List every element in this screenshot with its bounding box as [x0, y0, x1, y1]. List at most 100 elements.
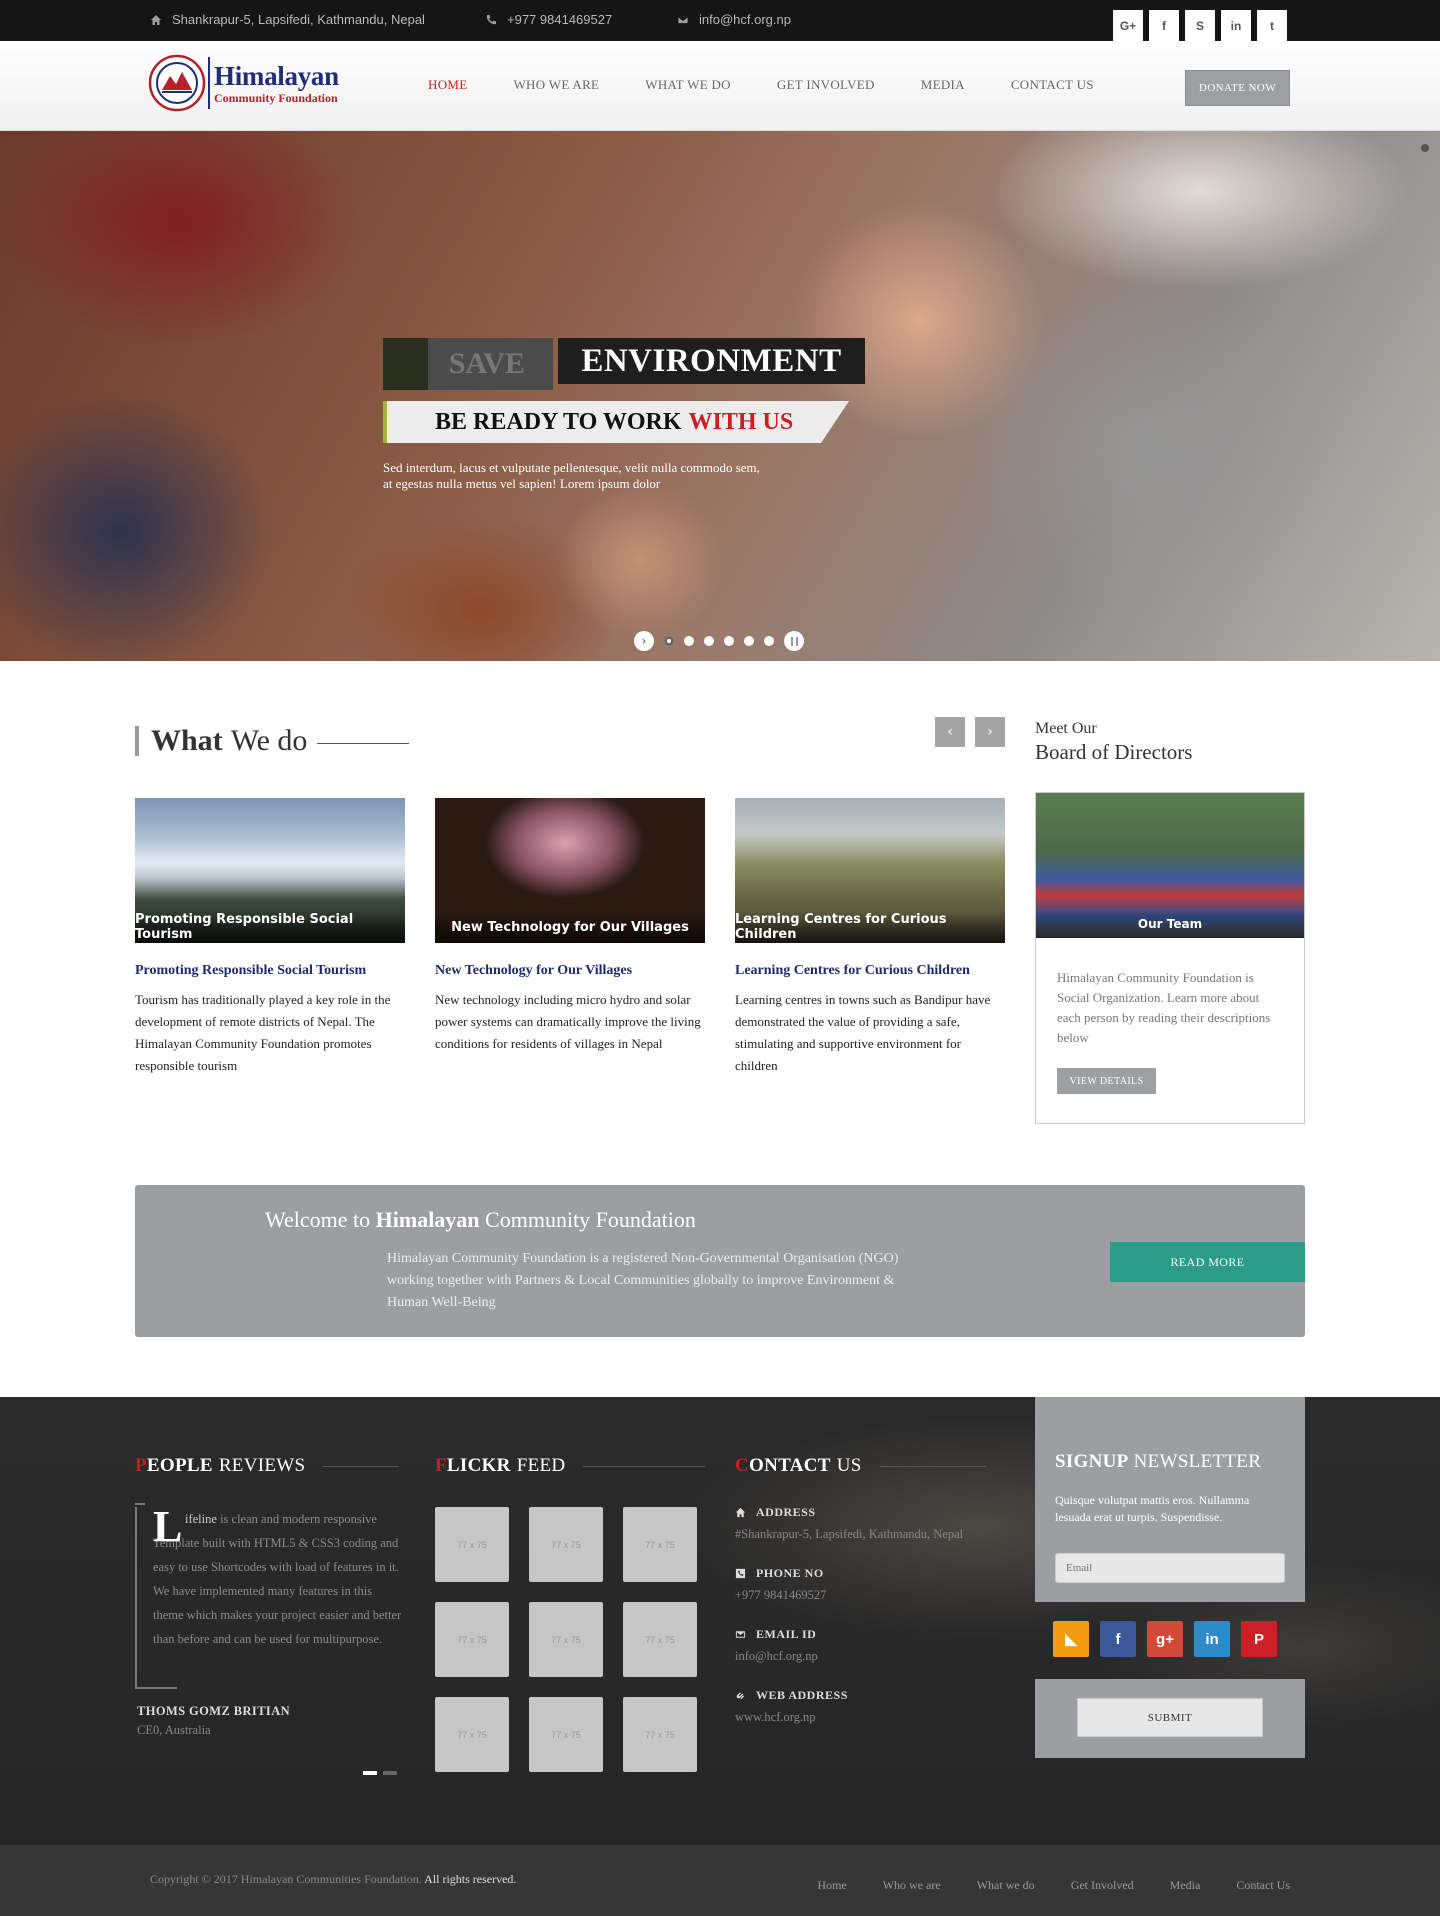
what-we-do-heading: What We do: [135, 724, 410, 757]
footer-link-get-involved[interactable]: Get Involved: [1071, 1878, 1134, 1893]
flickr-thumb[interactable]: 77 x 75: [435, 1507, 509, 1582]
footer-link-home[interactable]: Home: [817, 1878, 846, 1893]
flickr-thumb[interactable]: 77 x 75: [435, 1697, 509, 1772]
welcome-title: Welcome to Himalayan Community Foundatio…: [265, 1207, 696, 1233]
view-details-button[interactable]: VIEW DETAILS: [1057, 1068, 1156, 1094]
heading-rule: [879, 1465, 986, 1467]
google-plus-icon[interactable]: G+: [1113, 10, 1143, 41]
newsletter-text: Quisque volutpat mattis eros. Nullamma l…: [1055, 1493, 1250, 1524]
newsletter-email-input[interactable]: [1055, 1553, 1285, 1583]
review-text: ifeline is clean and modern responsive T…: [153, 1507, 405, 1651]
hero-tagline-main: BE READY TO WORK: [435, 408, 682, 435]
flickr-thumb[interactable]: 77 x 75: [529, 1507, 603, 1582]
contact-address-label-text: ADDRESS: [756, 1505, 816, 1519]
review-pager-dot[interactable]: [363, 1771, 377, 1775]
nav-who-we-are[interactable]: WHO WE ARE: [513, 77, 599, 93]
linkedin-icon[interactable]: in: [1221, 10, 1251, 41]
carousel-prev-button[interactable]: ‹: [935, 717, 965, 747]
flickr-thumb[interactable]: 77 x 75: [529, 1602, 603, 1677]
slider-bullet[interactable]: [704, 636, 714, 646]
flickr-thumb[interactable]: 77 x 75: [529, 1697, 603, 1772]
card-image[interactable]: Learning Centres for Curious Children: [735, 798, 1005, 943]
review-pager-dot[interactable]: [383, 1771, 397, 1775]
rss-icon[interactable]: ◣: [1053, 1621, 1089, 1657]
hero-caption-tagline: BE READY TO WORK WITH US: [383, 401, 849, 443]
flickr-thumb[interactable]: 77 x 75: [623, 1507, 697, 1582]
nav-media[interactable]: MEDIA: [921, 77, 965, 93]
top-address-text: Shankrapur-5, Lapsifedi, Kathmandu, Nepa…: [172, 12, 425, 27]
contact-email-value[interactable]: info@hcf.org.np: [735, 1649, 1005, 1664]
reviews-heading: P EOPLE REVIEWS: [135, 1455, 400, 1477]
slider-bullet[interactable]: [724, 636, 734, 646]
footer-link-who-we-are[interactable]: Who we are: [883, 1878, 941, 1893]
card-text: New technology including micro hydro and…: [435, 992, 701, 1051]
slider-bullet[interactable]: [764, 636, 774, 646]
service-card: Promoting Responsible Social Tourism Pro…: [135, 798, 405, 1077]
heading-rule: [323, 1465, 400, 1467]
top-email-text[interactable]: info@hcf.org.np: [699, 12, 791, 27]
footer-link-media[interactable]: Media: [1170, 1878, 1201, 1893]
donate-now-button[interactable]: DONATE NOW: [1185, 70, 1290, 106]
hero-word-environment: ENVIRONMENT: [558, 338, 865, 384]
flickr-thumb[interactable]: 77 x 75: [623, 1697, 697, 1772]
slider-bullet[interactable]: [684, 636, 694, 646]
nav-contact-us[interactable]: CONTACT US: [1011, 77, 1094, 93]
slider-pause-icon[interactable]: [784, 631, 804, 651]
contact-web-value[interactable]: www.hcf.org.np: [735, 1710, 1005, 1725]
service-card: New Technology for Our Villages New Tech…: [435, 798, 705, 1055]
slider-bullet[interactable]: [744, 636, 754, 646]
contact-address: ADDRESS #Shankrapur-5, Lapsifedi, Kathma…: [735, 1505, 1005, 1542]
copyright-bar: Copyright © 2017 Himalayan Communities F…: [0, 1845, 1440, 1916]
flickr-thumb[interactable]: 77 x 75: [435, 1602, 509, 1677]
team-photo[interactable]: Our Team: [1036, 793, 1304, 938]
card-title[interactable]: New Technology for Our Villages: [435, 963, 705, 979]
review-drop-cap: L: [153, 1502, 183, 1551]
main-nav: HOME WHO WE ARE WHAT WE DO GET INVOLVED …: [428, 77, 1140, 93]
nav-home[interactable]: HOME: [428, 77, 467, 93]
flickr-thumb[interactable]: 77 x 75: [623, 1602, 697, 1677]
card-title[interactable]: Learning Centres for Curious Children: [735, 963, 1005, 979]
newsletter-title-rest: NEWSLETTER: [1133, 1451, 1262, 1472]
hero-slider: SAVE ENVIRONMENT BE READY TO WORK WITH U…: [0, 131, 1440, 661]
card-title[interactable]: Promoting Responsible Social Tourism: [135, 963, 405, 979]
contact-email-label-text: EMAIL ID: [756, 1627, 817, 1641]
nav-get-involved[interactable]: GET INVOLVED: [777, 77, 875, 93]
welcome-text: Himalayan Community Foundation is a regi…: [387, 1251, 899, 1310]
hero-word-save: SAVE: [383, 338, 553, 390]
heading-rule: [583, 1465, 706, 1467]
card-image[interactable]: New Technology for Our Villages: [435, 798, 705, 943]
google-plus-icon[interactable]: g+: [1147, 1621, 1183, 1657]
twitter-icon[interactable]: t: [1257, 10, 1287, 41]
facebook-icon[interactable]: f: [1100, 1621, 1136, 1657]
welcome-banner: Welcome to Himalayan Community Foundatio…: [135, 1185, 1305, 1337]
carousel-next-button[interactable]: ›: [975, 717, 1005, 747]
contact-email-label: EMAIL ID: [735, 1627, 1005, 1642]
linkedin-icon[interactable]: in: [1194, 1621, 1230, 1657]
board-meet: Meet Our: [1035, 720, 1097, 737]
slider-next-icon[interactable]: ›: [634, 631, 654, 651]
site-logo[interactable]: Himalayan Community Foundation: [148, 54, 339, 112]
logo-seal-icon: [148, 54, 206, 112]
pinterest-icon[interactable]: P: [1241, 1621, 1277, 1657]
newsletter-submit-button[interactable]: SUBMIT: [1077, 1698, 1263, 1737]
footer-widgets: P EOPLE REVIEWS L ifeline is clean and m…: [0, 1397, 1440, 1845]
slider-bullet[interactable]: [664, 636, 674, 646]
skype-icon[interactable]: S: [1185, 10, 1215, 41]
footer-link-what-we-do[interactable]: What we do: [977, 1878, 1035, 1893]
logo-line2: Community Foundation: [214, 90, 338, 105]
nav-what-we-do[interactable]: WHAT WE DO: [645, 77, 731, 93]
site-header: Himalayan Community Foundation HOME WHO …: [0, 41, 1440, 131]
footer-social-links: ◣ f g+ in P: [1053, 1621, 1277, 1657]
footer-link-contact-us[interactable]: Contact Us: [1236, 1878, 1290, 1893]
board-heading: Meet Our Board of Directors: [1035, 720, 1192, 765]
contact-phone-value: +977 9841469527: [735, 1588, 827, 1602]
read-more-button[interactable]: READ MORE: [1110, 1242, 1305, 1282]
top-email[interactable]: info@hcf.org.np: [677, 12, 791, 27]
review-lead: ifeline: [185, 1512, 217, 1526]
facebook-icon[interactable]: f: [1149, 10, 1179, 41]
newsletter-submit-box: SUBMIT: [1035, 1679, 1305, 1758]
newsletter-title: SIGNUP NEWSLETTER: [1055, 1451, 1261, 1473]
card-image[interactable]: Promoting Responsible Social Tourism: [135, 798, 405, 943]
team-photo-caption: Our Team: [1036, 910, 1304, 938]
reviewer-name: THOMS GOMZ BRITIAN: [137, 1704, 291, 1718]
